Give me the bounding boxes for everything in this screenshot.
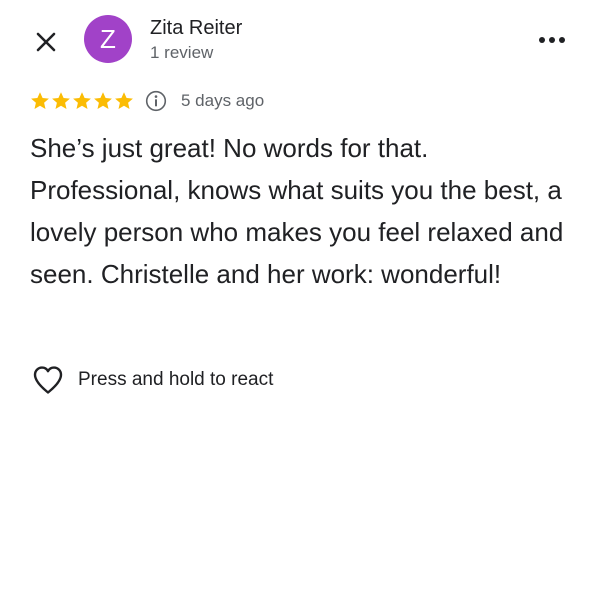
close-icon	[36, 32, 56, 52]
star-icon	[94, 92, 112, 109]
rating-row: 5 days ago	[30, 88, 264, 114]
author-review-count: 1 review	[150, 43, 214, 62]
more-horizontal-icon	[539, 37, 565, 43]
heart-outline-icon	[33, 366, 63, 394]
react-label: Press and hold to react	[78, 369, 274, 390]
star-icon	[52, 92, 70, 109]
avatar[interactable]: Z	[84, 15, 132, 63]
info-icon[interactable]	[145, 90, 167, 112]
star-icon	[115, 92, 133, 109]
review-date: 5 days ago	[181, 91, 265, 110]
author-name[interactable]: Zita Reiter	[150, 16, 242, 40]
close-button[interactable]	[30, 26, 62, 58]
review-text: She’s just great! No words for that. Pro…	[30, 133, 564, 289]
star-icon	[31, 92, 49, 109]
star-icon	[73, 92, 91, 109]
review-detail-page: Z Zita Reiter 1 review 5 days ago She’s …	[0, 0, 600, 600]
star-rating	[30, 91, 135, 111]
more-options-button[interactable]	[534, 28, 570, 52]
react-button[interactable]: Press and hold to react	[30, 362, 273, 398]
avatar-initial: Z	[100, 23, 116, 54]
